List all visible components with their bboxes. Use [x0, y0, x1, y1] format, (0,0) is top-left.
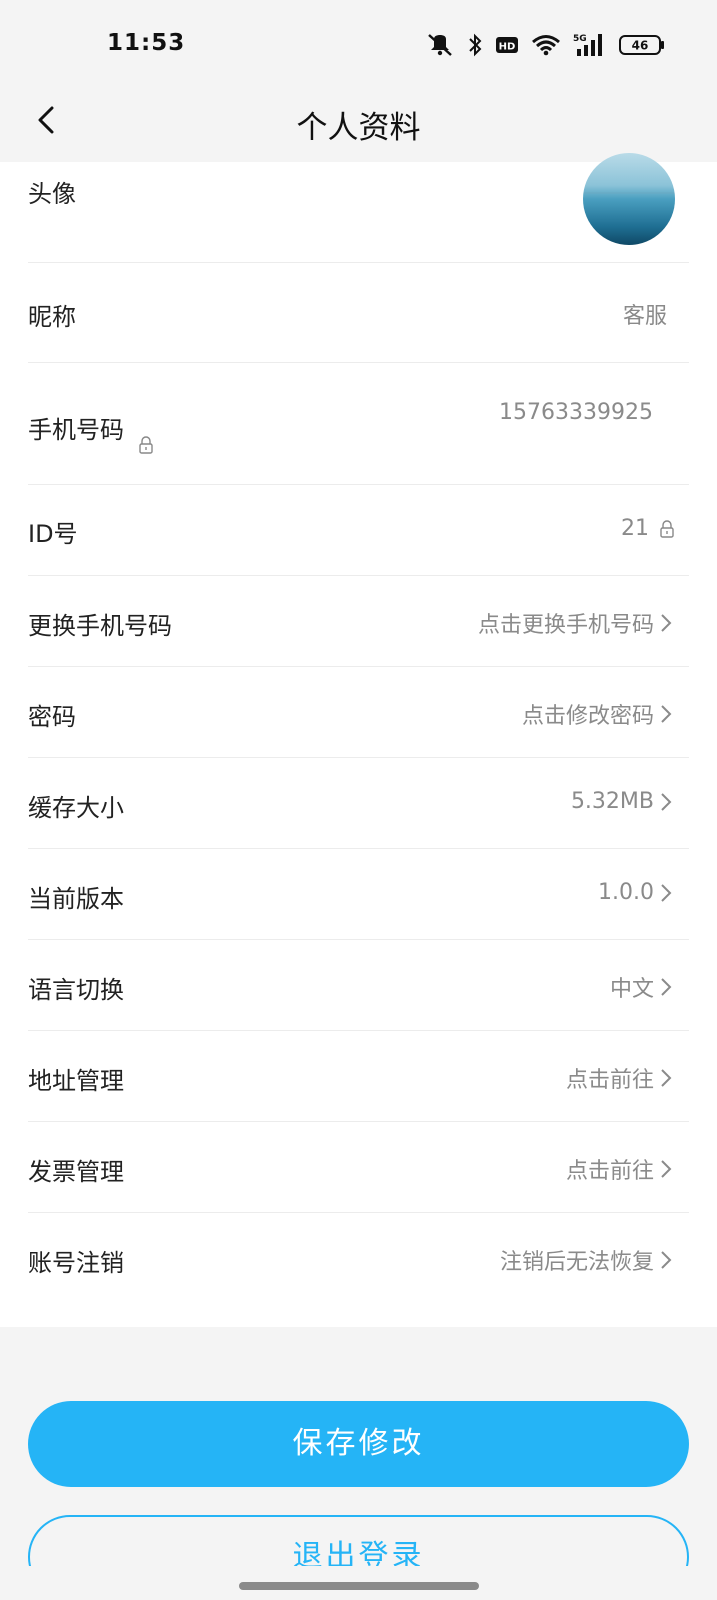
address-value: 点击前往	[566, 1062, 673, 1094]
phone-value: 15763339925	[499, 400, 653, 425]
svg-text:46: 46	[632, 39, 649, 53]
nickname-value: 客服	[623, 298, 667, 330]
cancel-account-value: 注销后无法恢复	[500, 1244, 673, 1276]
row-address[interactable]: 地址管理 点击前往	[28, 1030, 689, 1122]
id-value: 21	[621, 516, 675, 541]
page-title: 个人资料	[296, 110, 421, 146]
row-label: 头像	[28, 180, 76, 208]
chevron-right-icon	[661, 883, 672, 902]
row-value: 注销后无法恢复	[499, 1250, 654, 1275]
avatar[interactable]	[583, 153, 675, 245]
lock-icon	[139, 436, 153, 454]
status-bar: 11:53 HD 5G 46	[0, 0, 717, 92]
status-icons: HD 5G 46	[425, 32, 665, 58]
cache-value: 5.32MB	[571, 789, 673, 814]
chevron-right-icon	[661, 792, 672, 811]
row-invoice[interactable]: 发票管理 点击前往	[28, 1121, 689, 1213]
row-cache[interactable]: 缓存大小 5.32MB	[28, 757, 689, 849]
row-password[interactable]: 密码 点击修改密码	[28, 666, 689, 758]
chevron-right-icon	[661, 1160, 672, 1178]
hd-icon: HD	[496, 37, 518, 53]
status-time: 11:53	[107, 30, 186, 56]
row-version[interactable]: 当前版本 1.0.0	[28, 848, 689, 940]
home-indicator[interactable]	[239, 1582, 479, 1590]
row-label: 密码	[28, 703, 76, 731]
row-label: 昵称	[28, 303, 76, 331]
row-label: 地址管理	[28, 1067, 124, 1095]
chevron-right-icon	[661, 978, 672, 996]
row-value: 点击前往	[565, 1159, 654, 1184]
profile-panel: 头像 昵称 客服 手机号码 15763339925 ID号 21 更换手机号码 …	[0, 153, 717, 1327]
row-value: 15763339925	[499, 400, 653, 425]
row-phone: 手机号码 15763339925	[28, 362, 689, 485]
svg-text:HD: HD	[499, 42, 516, 53]
save-button[interactable]: 保存修改	[28, 1401, 689, 1487]
row-label: 手机号码	[28, 416, 124, 444]
row-label: 当前版本	[28, 885, 124, 913]
row-value: 点击更换手机号码	[477, 613, 654, 638]
password-value: 点击修改密码	[522, 698, 673, 730]
navigation-bar: 个人资料	[0, 92, 717, 162]
invoice-value: 点击前往	[566, 1153, 673, 1185]
row-value: 1.0.0	[598, 880, 654, 905]
change-phone-value: 点击更换手机号码	[478, 607, 673, 639]
row-value: 5.32MB	[570, 789, 654, 814]
row-label: 语言切换	[28, 976, 124, 1004]
chevron-right-icon	[661, 705, 672, 723]
row-label: 账号注销	[28, 1249, 124, 1277]
row-cancel-account[interactable]: 账号注销 注销后无法恢复	[28, 1212, 689, 1303]
version-value: 1.0.0	[598, 880, 673, 905]
row-avatar[interactable]: 头像	[28, 153, 689, 263]
lock-icon	[660, 519, 674, 538]
battery-icon: 46	[619, 35, 664, 55]
avatar-image	[583, 153, 675, 245]
chevron-right-icon	[661, 614, 672, 632]
row-value: 点击前往	[565, 1068, 654, 1093]
wifi-icon	[532, 35, 560, 56]
row-language[interactable]: 语言切换 中文	[28, 939, 689, 1031]
row-label: ID号	[28, 520, 78, 548]
svg-text:5G: 5G	[573, 34, 587, 44]
chevron-right-icon	[661, 1251, 672, 1269]
row-value: 客服	[622, 304, 667, 329]
row-label: 更换手机号码	[28, 612, 172, 640]
bluetooth-icon	[469, 33, 482, 57]
row-label: 发票管理	[28, 1158, 124, 1186]
row-nickname[interactable]: 昵称 客服	[28, 262, 689, 363]
row-value: 点击修改密码	[521, 704, 654, 729]
row-label: 缓存大小	[28, 794, 124, 822]
chevron-right-icon	[661, 1069, 672, 1087]
language-value: 中文	[610, 971, 673, 1003]
signal-icon: 5G	[573, 34, 602, 56]
mute-icon	[428, 34, 452, 56]
row-value: 中文	[609, 977, 654, 1002]
row-change-phone[interactable]: 更换手机号码 点击更换手机号码	[28, 575, 689, 667]
row-value: 21	[621, 516, 649, 541]
row-id: ID号 21	[28, 484, 689, 576]
